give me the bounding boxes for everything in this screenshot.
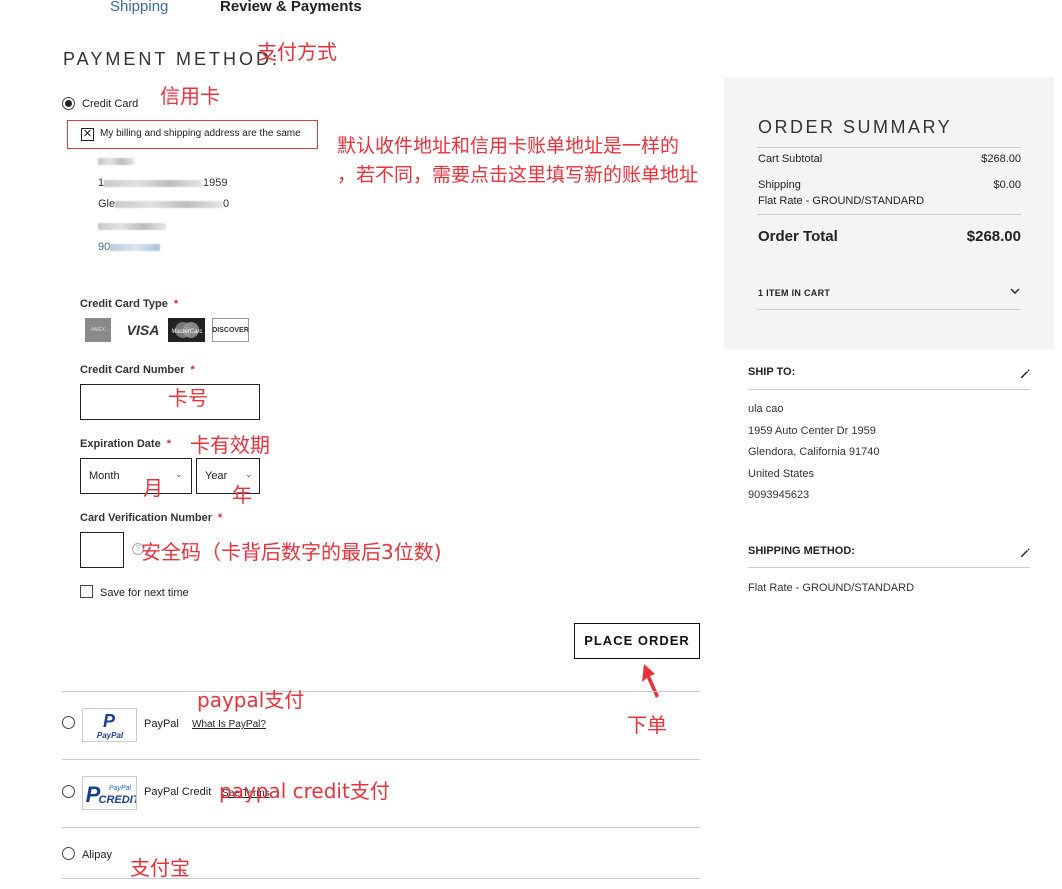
billing-address-line2-start: Gle — [98, 198, 116, 210]
svg-text:P: P — [103, 711, 116, 731]
card-type-label: Credit Card Type * — [80, 298, 179, 310]
annotation-card-number: 卡号 — [168, 386, 208, 410]
billing-address-line1-end: 1959 — [203, 177, 228, 189]
divider — [62, 878, 700, 879]
billing-address-phone-blurred — [110, 244, 160, 251]
edit-shipping-method-pencil-icon[interactable] — [1020, 548, 1030, 558]
what-is-paypal-link[interactable]: What Is PayPal? — [192, 719, 266, 730]
chevron-down-icon: ⌄ — [245, 469, 253, 479]
annotation-billing-note-1: 默认收件地址和信用卡账单地址是一样的 — [337, 135, 680, 157]
billing-address-country-blurred — [98, 223, 166, 230]
shipping-label: Shipping — [758, 179, 801, 191]
paypal-credit-label: PayPal Credit — [144, 786, 212, 798]
svg-text:MasterCard: MasterCard — [172, 329, 202, 335]
visa-card-icon[interactable]: VISA — [125, 318, 161, 342]
billing-same-checkbox[interactable]: ✕ — [81, 128, 94, 141]
annotation-payment-method: 支付方式 — [257, 40, 337, 64]
divider — [62, 827, 700, 828]
divider — [757, 147, 1021, 148]
chevron-down-icon[interactable] — [1010, 286, 1020, 296]
paypal-p-icon: P PayPal — [97, 711, 124, 740]
annotation-paypal-credit: paypal credit支付 — [219, 779, 390, 803]
discover-card-icon[interactable]: DISCOVER — [212, 318, 249, 342]
expiration-label: Expiration Date * — [80, 438, 171, 450]
annotation-year: 年 — [232, 483, 252, 507]
billing-address-phone-start: 90 — [98, 241, 111, 253]
annotation-month: 月 — [143, 476, 163, 500]
annotation-cvv: 安全码（卡背后数字的最后3位数) — [141, 540, 442, 564]
billing-address-line2-end: 0 — [223, 198, 230, 210]
shipping-method-summary: Flat Rate - GROUND/STANDARD — [758, 195, 925, 207]
divider — [757, 309, 1021, 310]
ship-to-title: SHIP TO: — [748, 366, 796, 378]
ship-to-line: 1959 Auto Center Dr 1959 — [748, 425, 876, 437]
ship-to-line: ula cao — [748, 403, 784, 415]
ship-to-line: United States — [748, 468, 815, 480]
paypal-logo: P PayPal — [82, 708, 137, 742]
billing-same-label: My billing and shipping address are the … — [100, 128, 301, 139]
mastercard-card-icon[interactable]: MasterCard — [168, 318, 205, 342]
order-summary-panel: ORDER SUMMARY Cart Subtotal $268.00 Ship… — [724, 77, 1054, 349]
svg-text:PayPal: PayPal — [97, 731, 124, 740]
cvv-input[interactable] — [80, 532, 124, 568]
shipping-value: $0.00 — [993, 179, 1021, 191]
credit-card-radio[interactable] — [62, 97, 75, 110]
divider — [62, 759, 700, 760]
annotation-place-order: 下单 — [627, 713, 667, 737]
save-for-next-time-label: Save for next time — [100, 587, 189, 599]
svg-text:CREDIT: CREDIT — [99, 794, 136, 806]
divider — [62, 691, 700, 692]
place-order-button[interactable]: PLACE ORDER — [574, 623, 700, 659]
annotation-arrow-icon — [642, 664, 659, 698]
step-review-payments: Review & Payments — [220, 0, 362, 15]
paypal-label: PayPal — [144, 718, 179, 730]
expiration-month-value: Month — [89, 470, 120, 482]
paypal-credit-radio[interactable] — [62, 785, 75, 798]
order-total-label: Order Total — [758, 228, 838, 245]
billing-same-highlight: ✕ My billing and shipping address are th… — [67, 120, 318, 149]
step-shipping[interactable]: Shipping — [110, 0, 168, 15]
paypal-radio[interactable] — [62, 716, 75, 729]
ship-to-line: Glendora, California 91740 — [748, 446, 880, 458]
divider — [748, 389, 1030, 390]
credit-card-label: Credit Card — [82, 98, 139, 110]
cart-subtotal-label: Cart Subtotal — [758, 153, 823, 165]
expiration-month-select[interactable]: Month ⌄ — [80, 458, 192, 494]
annotation-expiration: 卡有效期 — [190, 433, 270, 457]
ship-to-line: 9093945623 — [748, 489, 810, 501]
billing-address-name-blurred — [98, 158, 134, 165]
items-in-cart-toggle[interactable]: 1 ITEM IN CART — [758, 288, 830, 298]
chevron-down-icon: ⌄ — [175, 469, 183, 479]
alipay-radio[interactable] — [62, 847, 75, 860]
order-summary-title: ORDER SUMMARY — [758, 117, 953, 137]
expiration-year-value: Year — [205, 470, 228, 482]
amex-card-icon[interactable]: AMEX — [85, 318, 111, 342]
divider — [748, 567, 1030, 568]
divider — [757, 214, 1021, 215]
cvv-label: Card Verification Number * — [80, 512, 223, 524]
shipping-method-value: Flat Rate - GROUND/STANDARD — [748, 582, 915, 594]
card-number-label: Credit Card Number * — [80, 364, 195, 376]
cart-subtotal-value: $268.00 — [981, 153, 1021, 165]
annotation-credit-card: 信用卡 — [160, 84, 220, 108]
billing-address-line1-blurred — [104, 180, 202, 187]
shipping-method-title: SHIPPING METHOD: — [748, 545, 855, 557]
annotation-billing-note-2: ，若不同，需要点击这里填写新的账单地址 — [337, 164, 699, 186]
paypal-credit-icon: P PayPal CREDIT — [86, 782, 141, 807]
alipay-label: Alipay — [82, 849, 112, 861]
payment-method-title: PAYMENT METHOD: — [63, 49, 281, 69]
order-total-value: $268.00 — [966, 228, 1021, 245]
annotation-paypal: paypal支付 — [197, 688, 305, 712]
edit-ship-to-pencil-icon[interactable] — [1020, 369, 1030, 379]
save-for-next-time-checkbox[interactable] — [80, 585, 93, 598]
billing-address-line2-blurred — [115, 201, 223, 208]
mastercard-circles-icon: MasterCard — [172, 322, 202, 338]
svg-text:PayPal: PayPal — [109, 785, 132, 792]
paypal-credit-logo: P PayPal CREDIT — [82, 776, 141, 810]
